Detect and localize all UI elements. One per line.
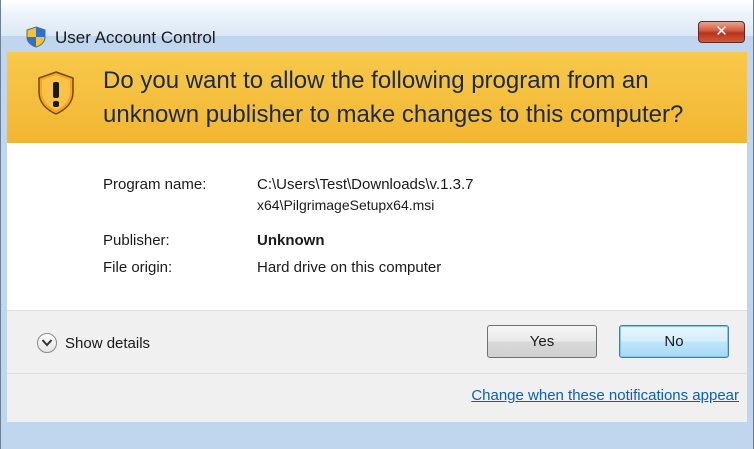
file-origin-label: File origin: [103, 259, 173, 276]
uac-shield-icon [26, 26, 46, 48]
publisher-label: Publisher: [103, 232, 170, 249]
chevron-down-icon [41, 339, 53, 347]
change-notifications-link[interactable]: Change when these notifications appear [471, 387, 739, 404]
publisher-value: Unknown [257, 232, 325, 249]
banner-question: Do you want to allow the following progr… [103, 67, 684, 128]
warning-banner: Do you want to allow the following progr… [7, 52, 747, 143]
program-name-value-line1: C:\Users\Test\Downloads\v.1.3.7 [257, 176, 474, 193]
uac-warning-shield-icon [38, 71, 74, 115]
close-button[interactable]: ✕ [698, 21, 745, 43]
close-icon: ✕ [715, 23, 728, 40]
file-origin-value: Hard drive on this computer [257, 259, 442, 276]
show-details-label[interactable]: Show details [65, 335, 150, 352]
program-name-value-line2: x64\PilgrimageSetupx64.msi [257, 197, 435, 213]
show-details-toggle[interactable] [37, 333, 57, 353]
yes-button[interactable]: Yes [487, 325, 597, 358]
no-button[interactable]: No [619, 325, 729, 358]
program-info: Program name: C:\Users\Test\Downloads\v.… [7, 143, 747, 310]
window-title: User Account Control [55, 28, 216, 47]
action-area: Show details Yes No [7, 310, 747, 373]
program-name-label: Program name: [103, 176, 207, 193]
footer: Change when these notifications appear [7, 373, 747, 422]
uac-dialog-window: User Account Control ✕ Do you want to al… [0, 0, 754, 449]
dialog-content: Do you want to allow the following progr… [7, 52, 747, 422]
